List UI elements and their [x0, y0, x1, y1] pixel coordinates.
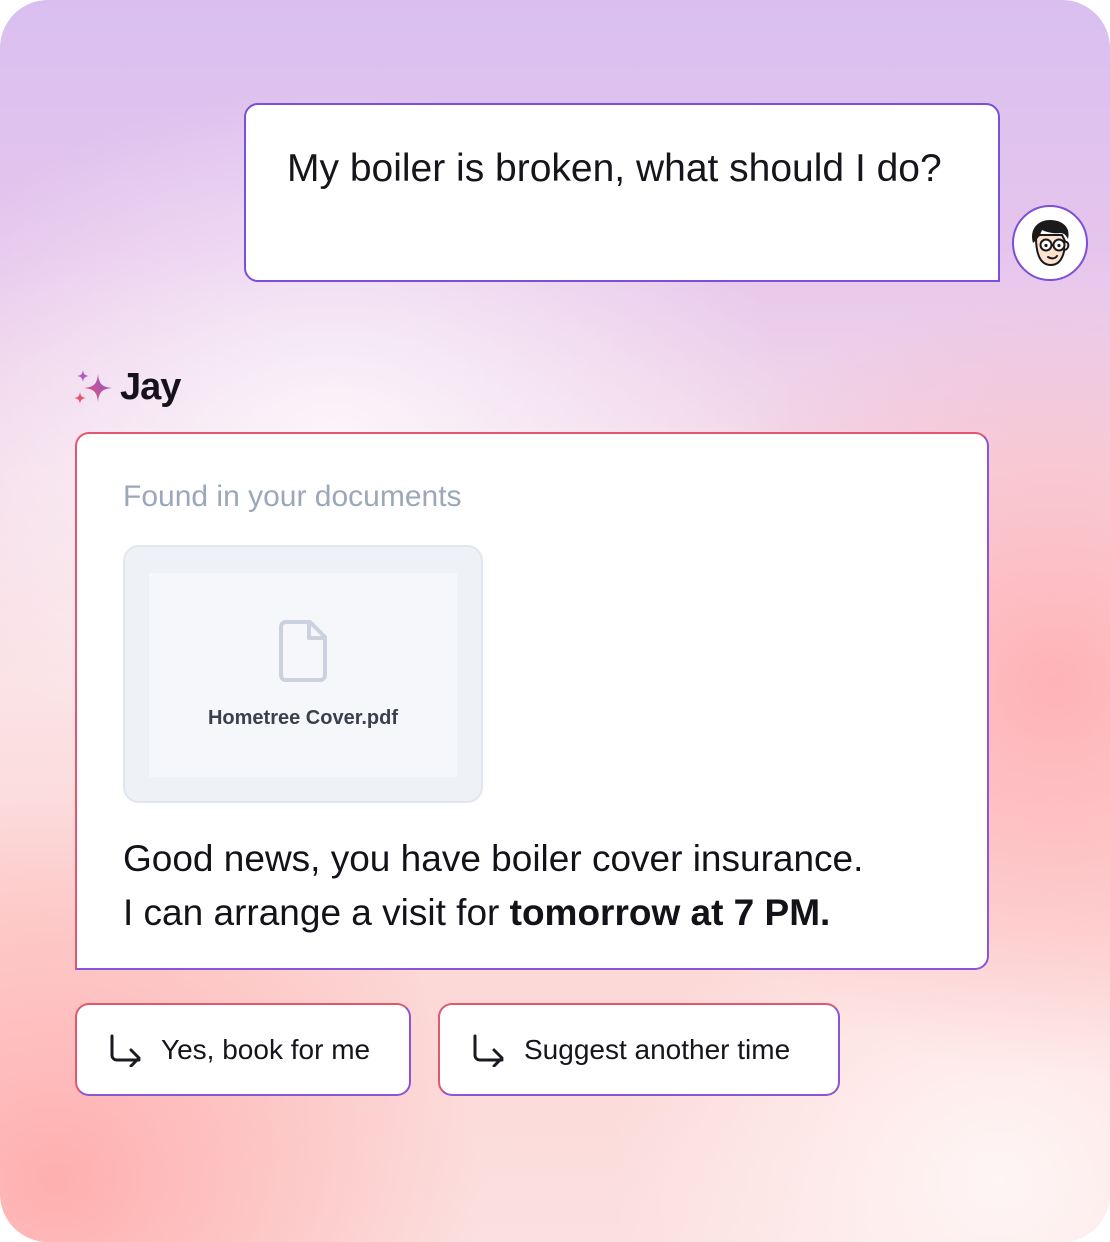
yes-book-for-me-button[interactable]: Yes, book for me — [75, 1003, 411, 1096]
suggest-another-time-button[interactable]: Suggest another time — [438, 1003, 840, 1096]
user-avatar — [1012, 205, 1088, 281]
user-avatar-icon — [1032, 220, 1070, 267]
yes-book-for-me-label: Yes, book for me — [161, 1033, 371, 1065]
reply-line-2-prefix: I can arrange a visit for — [123, 892, 510, 933]
document-attachment[interactable]: Hometree Cover.pdf — [123, 545, 483, 803]
sparkle-icon — [74, 369, 112, 404]
chat-canvas: My boiler is broken, what should I do? J… — [0, 0, 1110, 1242]
assistant-reply-text: Good news, you have boiler cover insuran… — [123, 832, 863, 940]
user-message-bubble: My boiler is broken, what should I do? — [244, 103, 1000, 282]
document-icon — [279, 620, 327, 682]
suggest-another-time-label: Suggest another time — [524, 1033, 791, 1065]
document-file-name: Hometree Cover.pdf — [207, 707, 399, 729]
assistant-brand: Jay — [72, 366, 181, 409]
reply-line-2-time: tomorrow at 7 PM. — [509, 892, 831, 933]
found-in-documents-label: Found in your documents — [123, 480, 462, 513]
reply-arrow-icon — [470, 1033, 508, 1067]
reply-arrow-icon — [107, 1033, 145, 1067]
user-message-text: My boiler is broken, what should I do? — [287, 147, 942, 190]
assistant-reply-card: Found in your documents Hometree Cover.p… — [75, 432, 989, 970]
document-preview: Hometree Cover.pdf — [149, 573, 457, 777]
reply-line-1: Good news, you have boiler cover insuran… — [123, 838, 864, 879]
assistant-name: Jay — [120, 366, 181, 408]
